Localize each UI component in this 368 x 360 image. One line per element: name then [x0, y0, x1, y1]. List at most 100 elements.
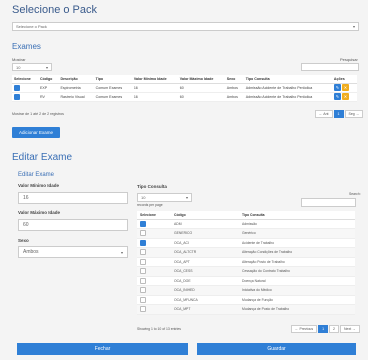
mostrar-label: Mostrar: [12, 57, 26, 62]
row-codigo: OCA_ALTCTR: [171, 247, 239, 258]
row-min: 16: [131, 83, 178, 93]
row-codigo: OCA_INIHED: [171, 285, 239, 296]
chevron-down-icon: ▾: [352, 24, 355, 29]
sexo-select[interactable]: Ambos ▾: [18, 246, 128, 258]
tc-search-input[interactable]: [301, 198, 356, 207]
row-max: 60: [177, 92, 225, 102]
row-checkbox[interactable]: [140, 277, 146, 284]
row-checkbox[interactable]: [14, 93, 20, 100]
chevron-down-icon: ▾: [120, 249, 123, 255]
sexo-value: Ambos: [23, 249, 39, 255]
delete-icon[interactable]: ✕: [341, 93, 349, 100]
table-row: OCA_MFUNCA Mudança de Função: [137, 295, 355, 305]
row-tipo-consulta: Admissão: [239, 219, 355, 229]
row-tipo-consulta: Iniciativa do Médico: [239, 285, 355, 296]
tc-page-size-select[interactable]: 10 ▾: [137, 193, 192, 202]
row-tipo-consulta: Doença Natural: [239, 276, 355, 286]
tipo-consulta-label: Tipo Consulta: [137, 184, 167, 189]
col-max-idade[interactable]: Valor Máximo Idade: [177, 75, 225, 84]
table-row: RV Rastreio Visual Comum Exames 16 60 Am…: [12, 92, 357, 102]
row-codigo: GENERICO: [171, 228, 239, 239]
prev-page-button[interactable]: ← Ant: [315, 110, 333, 118]
col-min-idade[interactable]: Valor Mínimo Idade: [131, 75, 178, 84]
row-checkbox[interactable]: [140, 239, 146, 246]
row-max: 60: [177, 83, 225, 93]
row-checkbox[interactable]: [140, 306, 146, 313]
table-row: OCA_DOE Doença Natural: [137, 276, 355, 286]
page-size-select[interactable]: 10 ▾: [12, 63, 52, 71]
row-codigo: OCA_ACI: [171, 238, 239, 248]
edit-icon[interactable]: ✎: [333, 84, 341, 91]
table-row: OCA_CESS Cessação do Contrato Trabalho: [137, 266, 355, 277]
max-idade-input[interactable]: 60: [18, 219, 128, 231]
exames-pagination: ← Ant 1 Seg →: [314, 110, 364, 118]
min-idade-input[interactable]: 16: [18, 192, 128, 204]
table-row: OCA_MPT Mudança de Posto de Trabalho: [137, 304, 355, 315]
row-checkbox[interactable]: [140, 296, 146, 303]
delete-icon[interactable]: ✕: [341, 84, 349, 91]
pesquisar-input[interactable]: [301, 63, 359, 71]
row-checkbox[interactable]: [140, 249, 146, 256]
max-idade-label: Valor Máximo Idade: [18, 210, 61, 215]
row-tipo-consulta: Admissão Acidente de Trabalho Periódica: [243, 83, 332, 93]
row-tipo: Comum Exames: [93, 83, 132, 93]
table-row: OCA_ALTCTR Alteração Condições de Trabalh…: [137, 247, 355, 258]
row-codigo: EXP: [37, 83, 59, 93]
col-descricao[interactable]: Descrição: [58, 75, 94, 84]
col-tipo-consulta[interactable]: Tipo Consulta: [243, 75, 332, 84]
fechar-button[interactable]: Fechar: [17, 343, 188, 355]
pesquisar-label: Pesquisar: [340, 57, 358, 62]
tc-col-tipo[interactable]: Tipo Consulta: [239, 211, 355, 220]
tc-info: Showing 1 to 10 of 13 entries: [137, 327, 181, 331]
pack-select[interactable]: Selecione o Pack ▾: [12, 22, 359, 31]
edit-icon[interactable]: ✎: [333, 93, 341, 100]
page-1-button[interactable]: 1: [333, 110, 344, 118]
row-checkbox[interactable]: [140, 230, 146, 237]
pack-select-value: Selecione o Pack: [16, 24, 47, 29]
chevron-down-icon: ▾: [45, 64, 48, 70]
row-descricao: Espirometria: [58, 83, 94, 93]
table-row: OCA_INIHED Iniciativa do Médico: [137, 285, 355, 296]
tc-search-label: Search:: [349, 192, 361, 196]
col-codigo[interactable]: Código: [37, 75, 59, 84]
sexo-label: Sexo: [18, 238, 29, 243]
exames-header-row: Selecione Código Descrição Tipo Valor Mí…: [12, 75, 357, 84]
tipo-consulta-table: Selecione Código Tipo Consulta ADM Admiss…: [137, 211, 355, 315]
prev-page-button[interactable]: ← Previous: [291, 325, 318, 333]
col-selecione[interactable]: Selecione: [12, 75, 38, 84]
row-checkbox[interactable]: [140, 220, 146, 227]
row-codigo: ADM: [171, 219, 239, 229]
table-row: OCA_APT Alteração Posto de Trabalho: [137, 257, 355, 267]
exames-table: Selecione Código Descrição Tipo Valor Mí…: [12, 75, 357, 102]
row-tipo-consulta: Mudança de Função: [239, 295, 355, 305]
exames-title: Exames: [12, 42, 41, 51]
row-checkbox[interactable]: [140, 268, 146, 275]
row-sexo: Ambos: [224, 92, 244, 102]
row-codigo: OCA_APT: [171, 257, 239, 267]
row-tipo-consulta: Admissão Acidente de Trabalho Periódica: [243, 92, 332, 102]
row-descricao: Rastreio Visual: [58, 92, 94, 102]
col-acoes[interactable]: Ações: [331, 75, 357, 84]
col-tipo[interactable]: Tipo: [93, 75, 132, 84]
editar-subtitle: Editar Exame: [18, 172, 55, 178]
row-tipo-consulta: Alteração Posto de Trabalho: [239, 257, 355, 267]
page-2-button[interactable]: 2: [329, 325, 339, 333]
tc-col-selecione[interactable]: Selecione: [137, 211, 171, 220]
row-min: 16: [131, 92, 178, 102]
row-checkbox[interactable]: [14, 84, 20, 91]
row-codigo: OCA_CESS: [171, 266, 239, 277]
row-tipo-consulta: Mudança de Posto de Trabalho: [239, 304, 355, 315]
col-sexo[interactable]: Sexo: [224, 75, 244, 84]
next-page-button[interactable]: Next →: [340, 325, 360, 333]
row-checkbox[interactable]: [140, 287, 146, 294]
add-exame-button[interactable]: Adicionar Exame: [12, 127, 60, 138]
tc-col-codigo[interactable]: Código: [171, 211, 239, 220]
next-page-button[interactable]: Seg →: [344, 110, 364, 118]
tc-records-label: records per page: [137, 203, 163, 207]
guardar-button[interactable]: Guardar: [197, 343, 356, 355]
row-tipo-consulta: Genérico: [239, 228, 355, 239]
row-tipo-consulta: Cessação do Contrato Trabalho: [239, 266, 355, 277]
row-checkbox[interactable]: [140, 258, 146, 265]
max-idade-value: 60: [23, 222, 29, 228]
page-1-button[interactable]: 1: [318, 325, 329, 333]
